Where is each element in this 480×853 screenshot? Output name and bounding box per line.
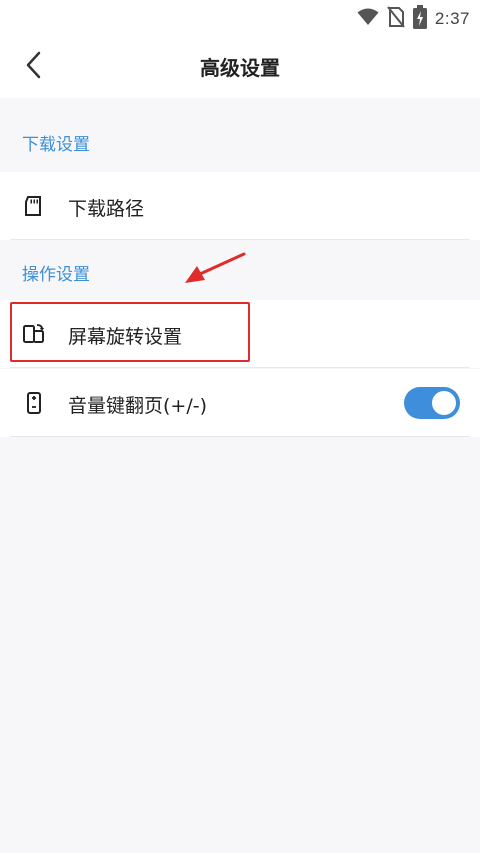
title-bar: 高级设置	[0, 32, 480, 98]
list-item-volume-page-turn[interactable]: 音量键翻页(+/-)	[0, 369, 480, 437]
no-sim-icon	[387, 6, 405, 32]
phone-volume-icon	[22, 391, 46, 415]
toggle-knob	[432, 391, 456, 415]
download-path-label: 下载路径	[68, 198, 145, 220]
sd-card-icon	[22, 194, 46, 218]
list-item-screen-rotation[interactable]: 屏幕旋转设置	[0, 300, 480, 368]
status-bar: 2:37	[0, 0, 480, 32]
battery-charging-icon	[412, 5, 427, 33]
list-item-download-path[interactable]: 下载路径	[0, 172, 480, 240]
screen-rotation-icon	[22, 322, 46, 346]
volume-page-turn-label: 音量键翻页(+/-)	[68, 395, 208, 417]
section-header-download: 下载设置	[22, 135, 90, 155]
status-time: 2:37	[434, 9, 470, 28]
screen-rotation-label: 屏幕旋转设置	[68, 326, 183, 348]
wifi-icon	[357, 7, 379, 31]
page-title: 高级设置	[200, 56, 280, 80]
section-header-operation: 操作设置	[22, 265, 90, 285]
divider	[10, 436, 470, 437]
divider	[10, 367, 470, 368]
status-icons: 2:37	[357, 5, 470, 33]
volume-page-turn-toggle[interactable]	[404, 387, 460, 419]
divider	[10, 239, 470, 240]
